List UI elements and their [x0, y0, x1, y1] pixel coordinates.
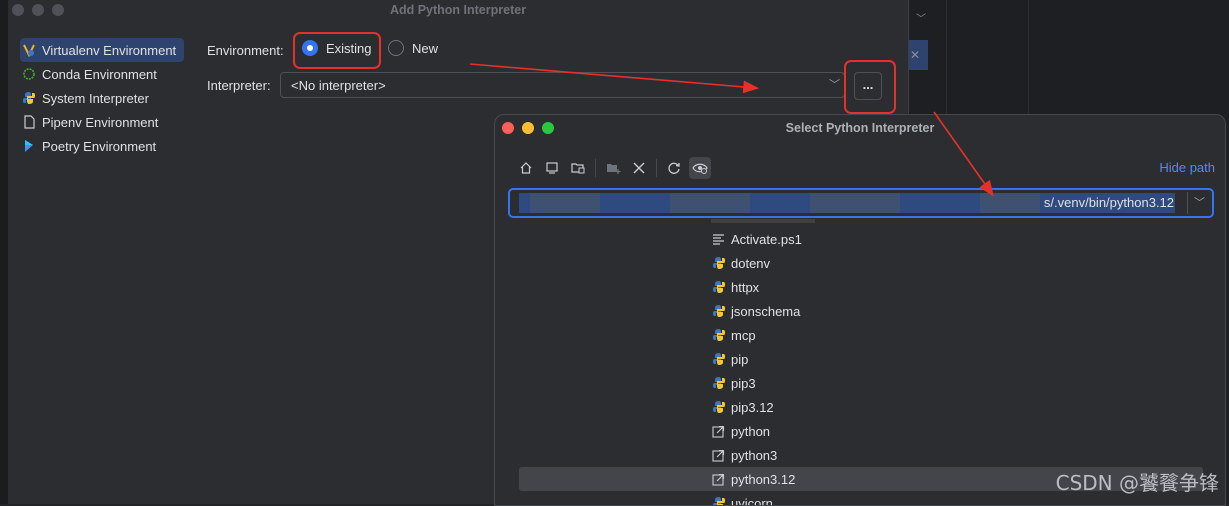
sidebar-item-system[interactable]: System Interpreter	[20, 86, 184, 110]
virtualenv-icon	[22, 43, 36, 57]
file-tree: Activate.ps1 dotenv httpx jsonschema mcp pip p…	[495, 227, 1225, 506]
environment-type-list: Virtualenv Environment Conda Environment…	[20, 38, 184, 158]
file-name: httpx	[731, 280, 759, 295]
home-icon[interactable]	[515, 157, 537, 179]
chevron-down-icon: ﹀	[829, 76, 840, 92]
file-row-python[interactable]: python	[495, 419, 1225, 443]
python-file-icon	[711, 328, 726, 343]
symlink-icon	[711, 472, 726, 487]
select-interpreter-dialog: Select Python Interpreter Hide path	[494, 114, 1226, 506]
pipenv-icon	[22, 115, 36, 129]
file-row-httpx[interactable]: httpx	[495, 275, 1225, 299]
chooser-title: Select Python Interpreter	[495, 121, 1225, 135]
file-row-activate-ps1[interactable]: Activate.ps1	[495, 227, 1225, 251]
file-name: python	[731, 424, 770, 439]
radio-unchecked-icon	[388, 40, 404, 56]
interpreter-value: <No interpreter>	[291, 78, 386, 93]
new-radio[interactable]: New	[388, 40, 438, 56]
file-name: Activate.ps1	[731, 232, 802, 247]
text-file-icon	[711, 232, 726, 247]
sidebar-item-virtualenv[interactable]: Virtualenv Environment	[20, 38, 184, 62]
file-row-jsonschema[interactable]: jsonschema	[495, 299, 1225, 323]
python-icon	[22, 91, 36, 105]
symlink-icon	[711, 448, 726, 463]
interpreter-select[interactable]: <No interpreter> ﹀	[280, 72, 845, 98]
symlink-icon	[711, 424, 726, 439]
redacted-path	[530, 193, 600, 213]
highlight-existing	[293, 32, 381, 69]
file-name: mcp	[731, 328, 756, 343]
close-icon: ✕	[910, 48, 920, 62]
python-file-icon	[711, 280, 726, 295]
python-file-icon	[711, 256, 726, 271]
path-input[interactable]: s/.venv/bin/python3.12 ﹀	[508, 188, 1214, 218]
file-name: python3	[731, 448, 777, 463]
file-row-pip3-12[interactable]: pip3.12	[495, 395, 1225, 419]
hide-path-link[interactable]: Hide path	[1159, 160, 1215, 175]
new-folder-icon[interactable]	[602, 157, 624, 179]
project-folder-icon[interactable]	[567, 157, 589, 179]
desktop-icon[interactable]	[541, 157, 563, 179]
file-name: jsonschema	[731, 304, 800, 319]
chooser-toolbar	[515, 157, 715, 179]
environment-label: Environment:	[207, 43, 284, 58]
python-file-icon	[711, 376, 726, 391]
poetry-icon	[22, 139, 36, 153]
highlight-browse	[844, 60, 896, 114]
background-window	[0, 0, 8, 504]
file-row-python3[interactable]: python3	[495, 443, 1225, 467]
file-name: python3.12	[731, 472, 795, 487]
title-bar: Add Python Interpreter	[8, 0, 908, 22]
file-name: uvicorn	[731, 496, 773, 506]
python-file-icon	[711, 496, 726, 506]
file-row-mcp[interactable]: mcp	[495, 323, 1225, 347]
file-name: pip3.12	[731, 400, 774, 415]
file-name: pip	[731, 352, 748, 367]
file-name: pip3	[731, 376, 756, 391]
watermark: CSDN @饕餮争锋	[1056, 467, 1219, 496]
file-row-pip[interactable]: pip	[495, 347, 1225, 371]
file-name: dotenv	[731, 256, 770, 271]
python-file-icon	[711, 352, 726, 367]
chevron-down-icon: ﹀	[916, 10, 926, 25]
python-file-icon	[711, 400, 726, 415]
python-file-icon	[711, 304, 726, 319]
interpreter-label: Interpreter:	[207, 78, 271, 93]
sidebar-item-conda[interactable]: Conda Environment	[20, 62, 184, 86]
dialog-title: Add Python Interpreter	[8, 3, 908, 17]
sidebar-item-pipenv[interactable]: Pipenv Environment	[20, 110, 184, 134]
file-row-pip3[interactable]: pip3	[495, 371, 1225, 395]
conda-icon	[22, 67, 36, 81]
sidebar-item-poetry[interactable]: Poetry Environment	[20, 134, 184, 158]
refresh-icon[interactable]	[663, 157, 685, 179]
show-hidden-icon[interactable]	[689, 157, 711, 179]
chevron-down-icon[interactable]: ﹀	[1194, 192, 1205, 214]
file-row-dotenv[interactable]: dotenv	[495, 251, 1225, 275]
delete-icon[interactable]	[628, 157, 650, 179]
path-value: s/.venv/bin/python3.12	[1044, 193, 1174, 213]
